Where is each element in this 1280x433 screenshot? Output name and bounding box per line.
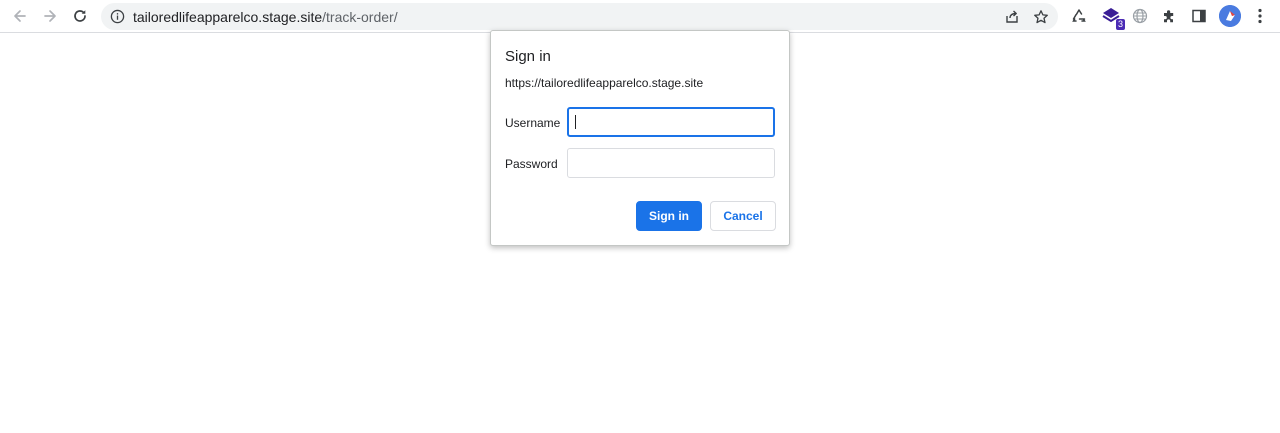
url-host: tailoredlifeapparelco.stage.site <box>133 9 323 25</box>
username-field[interactable] <box>567 107 775 137</box>
password-field[interactable] <box>567 148 775 178</box>
dialog-title: Sign in <box>505 48 551 65</box>
browser-menu-button[interactable] <box>1250 6 1270 26</box>
info-icon[interactable] <box>110 9 125 24</box>
back-button[interactable] <box>7 3 33 29</box>
reload-icon <box>74 10 86 22</box>
url-text[interactable]: tailoredlifeapparelco.stage.site/track-o… <box>133 9 398 25</box>
cancel-button[interactable]: Cancel <box>710 201 776 231</box>
forward-arrow-icon <box>44 10 56 22</box>
url-path: /track-order/ <box>322 9 398 25</box>
address-bar[interactable]: tailoredlifeapparelco.stage.site/track-o… <box>101 3 1058 30</box>
profile-picture-icon <box>1219 5 1241 27</box>
share-icon <box>1006 10 1018 23</box>
browser-toolbar: tailoredlifeapparelco.stage.site/track-o… <box>0 0 1280 33</box>
share-button[interactable] <box>1003 8 1021 26</box>
star-icon <box>1034 10 1048 24</box>
side-panel-icon <box>1192 9 1206 23</box>
bookmark-button[interactable] <box>1032 8 1050 26</box>
puzzle-icon <box>1164 10 1174 23</box>
stack-extension[interactable]: 3 <box>1100 5 1125 30</box>
recycle-extension[interactable] <box>1068 5 1090 27</box>
extension-badge: 3 <box>1115 19 1125 30</box>
avatar[interactable] <box>1219 5 1241 27</box>
extensions-button[interactable] <box>1158 5 1180 27</box>
back-arrow-icon <box>14 10 26 22</box>
reload-button[interactable] <box>67 3 93 29</box>
username-label: Username <box>505 116 561 130</box>
sign-in-dialog: Sign in https://tailoredlifeapparelco.st… <box>490 30 790 246</box>
globe-extension[interactable] <box>1129 5 1151 27</box>
globe-icon <box>1132 8 1148 24</box>
sign-in-button[interactable]: Sign in <box>636 201 702 231</box>
text-caret <box>575 115 576 129</box>
recycle-icon <box>1072 9 1086 22</box>
password-label: Password <box>505 157 558 171</box>
side-panel-button[interactable] <box>1188 5 1210 27</box>
forward-button[interactable] <box>37 3 63 29</box>
kebab-menu-icon <box>1258 8 1262 24</box>
dialog-origin: https://tailoredlifeapparelco.stage.site <box>505 76 704 90</box>
